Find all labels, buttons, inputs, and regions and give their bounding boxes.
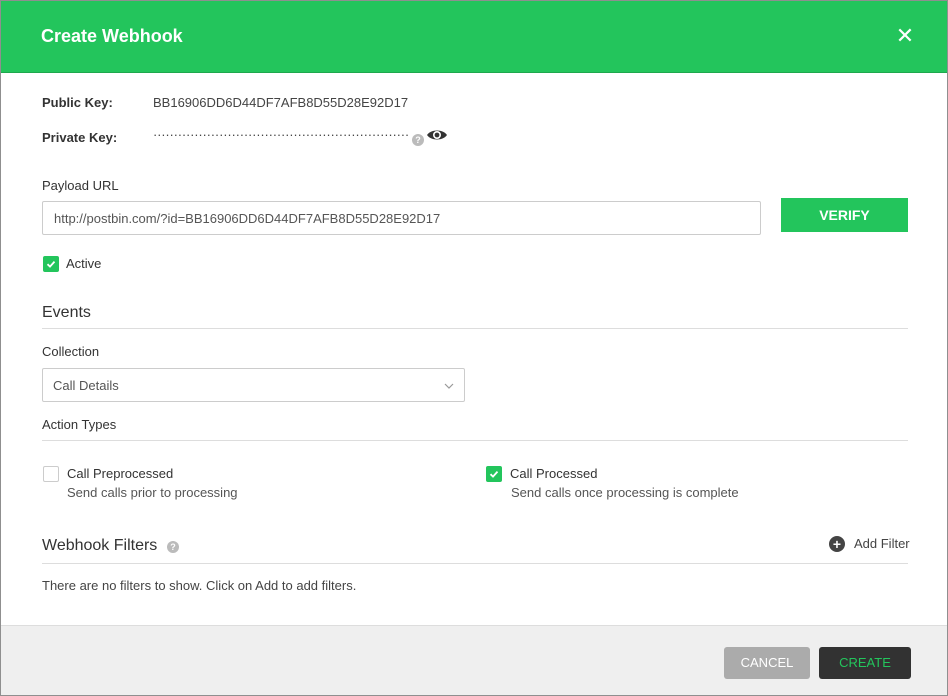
- events-title: Events: [42, 304, 91, 321]
- action-types-label: Action Types: [42, 417, 117, 432]
- dialog-header: Create Webhook ✕: [1, 1, 947, 73]
- call-preprocessed-description: Send calls prior to processing: [67, 485, 238, 500]
- call-preprocessed-checkbox[interactable]: [43, 466, 59, 482]
- payload-url-label: Payload URL: [42, 178, 119, 193]
- public-key-value: BB16906DD6D44DF7AFB8D55D28E92D17: [153, 95, 409, 110]
- collection-select[interactable]: Call Details: [42, 368, 465, 402]
- close-icon[interactable]: ✕: [895, 25, 915, 47]
- plus-circle-icon: +: [829, 536, 845, 552]
- dialog-footer: CANCEL CREATE: [1, 625, 947, 695]
- chevron-down-icon: [444, 383, 454, 389]
- private-key-label: Private Key:: [42, 130, 118, 145]
- create-button[interactable]: CREATE: [819, 647, 911, 679]
- help-icon[interactable]: ?: [167, 541, 179, 553]
- collection-value: Call Details: [53, 378, 119, 393]
- verify-button[interactable]: VERIFY: [781, 198, 908, 232]
- add-filter-label: Add Filter: [854, 536, 910, 551]
- call-preprocessed-label: Call Preprocessed: [67, 466, 174, 481]
- dialog-title: Create Webhook: [41, 26, 183, 46]
- call-processed-description: Send calls once processing is complete: [511, 485, 739, 500]
- public-key-label: Public Key:: [42, 95, 113, 110]
- create-webhook-dialog: Create Webhook ✕ Public Key: BB16906DD6D…: [0, 0, 948, 696]
- filters-divider: [42, 563, 908, 564]
- call-processed-checkbox[interactable]: [486, 466, 502, 482]
- check-icon: [489, 470, 499, 478]
- help-icon[interactable]: ?: [412, 134, 424, 146]
- active-checkbox[interactable]: [43, 256, 59, 272]
- filters-empty-text: There are no filters to show. Click on A…: [42, 578, 357, 593]
- cancel-button[interactable]: CANCEL: [724, 647, 810, 679]
- active-label: Active: [66, 256, 102, 271]
- call-processed-label: Call Processed: [510, 466, 598, 481]
- webhook-filters-title: Webhook Filters: [42, 537, 158, 554]
- events-divider: [42, 328, 908, 329]
- collection-label: Collection: [42, 344, 100, 359]
- action-types-divider: [42, 440, 908, 441]
- check-icon: [46, 260, 56, 268]
- eye-icon[interactable]: [426, 128, 448, 142]
- private-key-value: ········································…: [153, 127, 410, 142]
- payload-url-input[interactable]: [42, 201, 761, 235]
